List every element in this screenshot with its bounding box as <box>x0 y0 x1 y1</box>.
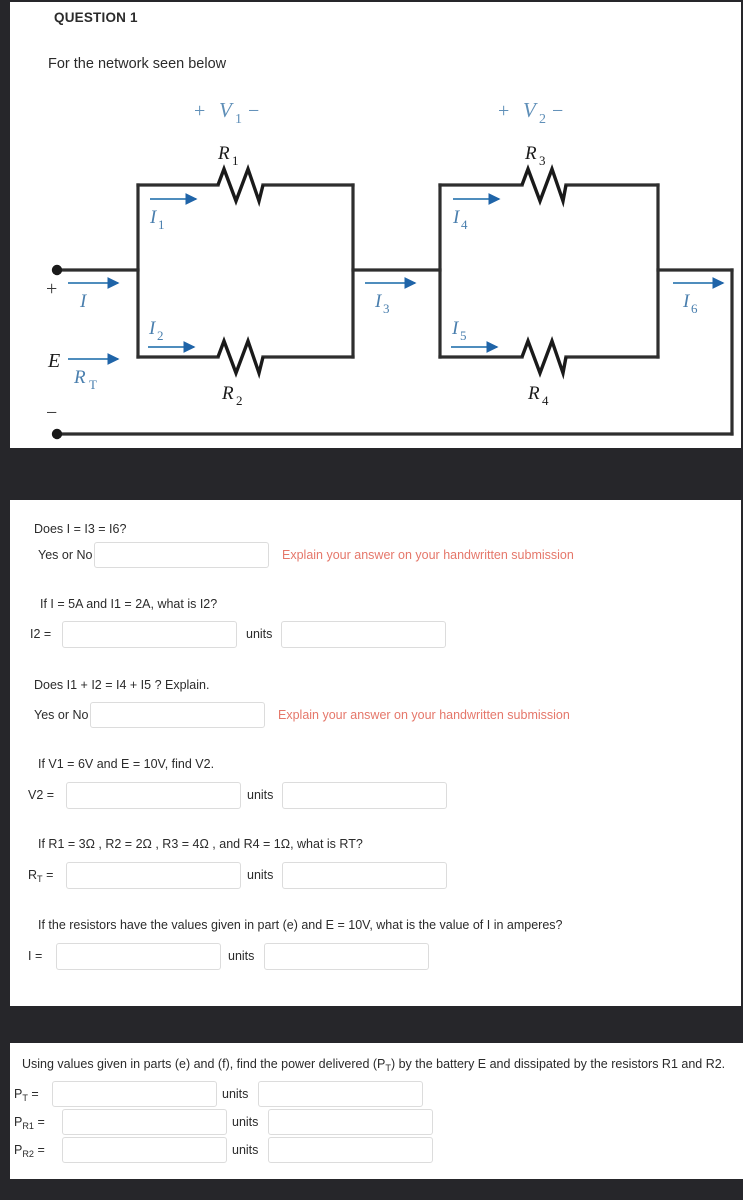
question-d-answer-input[interactable] <box>66 782 241 809</box>
question-d-answer-label: V2 = <box>28 788 55 802</box>
svg-text:R: R <box>221 383 234 404</box>
question-c-note: Explain your answer on your handwritten … <box>278 708 570 722</box>
svg-text:R: R <box>217 143 230 164</box>
svg-text:1: 1 <box>158 217 165 232</box>
terminal-dot-negative <box>51 428 63 440</box>
questions-panel: Does I = I3 = I6? Yes or No Explain your… <box>10 500 741 1006</box>
svg-text:6: 6 <box>691 301 698 316</box>
svg-text:1: 1 <box>235 112 242 127</box>
svg-text:2: 2 <box>539 112 546 127</box>
power-section-text: Using values given in parts (e) and (f),… <box>22 1057 726 1073</box>
question-d-units-label: units <box>247 788 274 802</box>
svg-text:+: + <box>498 100 509 122</box>
question-e-answer-input[interactable] <box>66 862 241 889</box>
svg-text:4: 4 <box>461 217 468 232</box>
svg-text:R: R <box>524 143 537 164</box>
question-f-answer-input[interactable] <box>56 943 221 970</box>
question-f-text: If the resistors have the values given i… <box>38 918 563 932</box>
svg-text:+: + <box>46 278 57 300</box>
power-r2-input[interactable] <box>62 1137 227 1163</box>
question-d-units-input[interactable] <box>282 782 447 809</box>
svg-text:R: R <box>527 383 540 404</box>
svg-text:−: − <box>46 402 57 424</box>
svg-text:I: I <box>374 291 383 312</box>
question-f-answer-label: I = <box>28 949 43 963</box>
svg-text:3: 3 <box>539 153 546 168</box>
quiz-page: QUESTION 1 For the network seen below + … <box>0 0 743 1200</box>
power-r1-units-label: units <box>232 1115 259 1129</box>
question-b-units-label: units <box>246 627 273 641</box>
question-b-answer-input[interactable] <box>62 621 237 648</box>
question-c-text: Does I1 + I2 = I4 + I5 ? Explain. <box>34 678 210 692</box>
svg-text:V: V <box>219 98 234 122</box>
question-b-text: If I = 5A and I1 = 2A, what is I2? <box>40 597 218 611</box>
question-a-note: Explain your answer on your handwritten … <box>282 548 574 562</box>
power-total-units-label: units <box>222 1087 249 1101</box>
svg-text:R: R <box>73 367 86 388</box>
svg-text:3: 3 <box>383 301 390 316</box>
circuit-diagram: + V 1 − + V 2 − R 1 R 2 R 3 R 4 E I I 1 … <box>10 87 741 447</box>
question-prompt: For the network seen below <box>48 56 227 72</box>
power-r1-label: PR1 = <box>14 1115 45 1131</box>
svg-text:I: I <box>452 207 461 228</box>
svg-text:I: I <box>682 291 691 312</box>
page-title: QUESTION 1 <box>54 10 138 25</box>
question-a-answer-input[interactable] <box>94 542 269 568</box>
power-r2-label: PR2 = <box>14 1143 45 1159</box>
svg-text:I: I <box>149 207 158 228</box>
question-diagram-panel: QUESTION 1 For the network seen below + … <box>10 2 741 448</box>
question-a-answer-label: Yes or No <box>38 548 93 562</box>
power-total-units-input[interactable] <box>258 1081 423 1107</box>
svg-text:−: − <box>248 100 259 122</box>
question-c-answer-input[interactable] <box>90 702 265 728</box>
terminal-dot-positive <box>51 264 63 276</box>
question-e-units-label: units <box>247 868 274 882</box>
power-section-panel: Using values given in parts (e) and (f),… <box>10 1043 743 1179</box>
question-d-text: If V1 = 6V and E = 10V, find V2. <box>38 757 215 771</box>
power-r1-units-input[interactable] <box>268 1109 433 1135</box>
question-f-units-label: units <box>228 949 255 963</box>
svg-text:E: E <box>47 350 60 372</box>
power-r1-input[interactable] <box>62 1109 227 1135</box>
svg-text:2: 2 <box>236 393 243 408</box>
svg-text:4: 4 <box>542 393 549 408</box>
power-total-input[interactable] <box>52 1081 217 1107</box>
svg-text:I: I <box>148 318 157 339</box>
svg-text:−: − <box>552 100 563 122</box>
power-r2-units-label: units <box>232 1143 259 1157</box>
svg-text:1: 1 <box>232 153 239 168</box>
power-r2-units-input[interactable] <box>268 1137 433 1163</box>
question-b-answer-label: I2 = <box>30 627 52 641</box>
question-f-units-input[interactable] <box>264 943 429 970</box>
question-b-units-input[interactable] <box>281 621 446 648</box>
svg-text:2: 2 <box>157 328 164 343</box>
power-total-label: PT = <box>14 1087 39 1103</box>
svg-text:+: + <box>194 100 205 122</box>
question-a-text: Does I = I3 = I6? <box>34 522 127 536</box>
svg-text:T: T <box>89 377 97 392</box>
svg-text:V: V <box>523 98 538 122</box>
svg-text:I: I <box>79 291 88 312</box>
question-e-units-input[interactable] <box>282 862 447 889</box>
question-e-answer-label: RT = <box>28 868 54 884</box>
question-e-text: If R1 = 3Ω , R2 = 2Ω , R3 = 4Ω , and R4 … <box>38 837 363 851</box>
svg-text:I: I <box>451 318 460 339</box>
question-c-answer-label: Yes or No <box>34 708 89 722</box>
svg-text:5: 5 <box>460 328 467 343</box>
